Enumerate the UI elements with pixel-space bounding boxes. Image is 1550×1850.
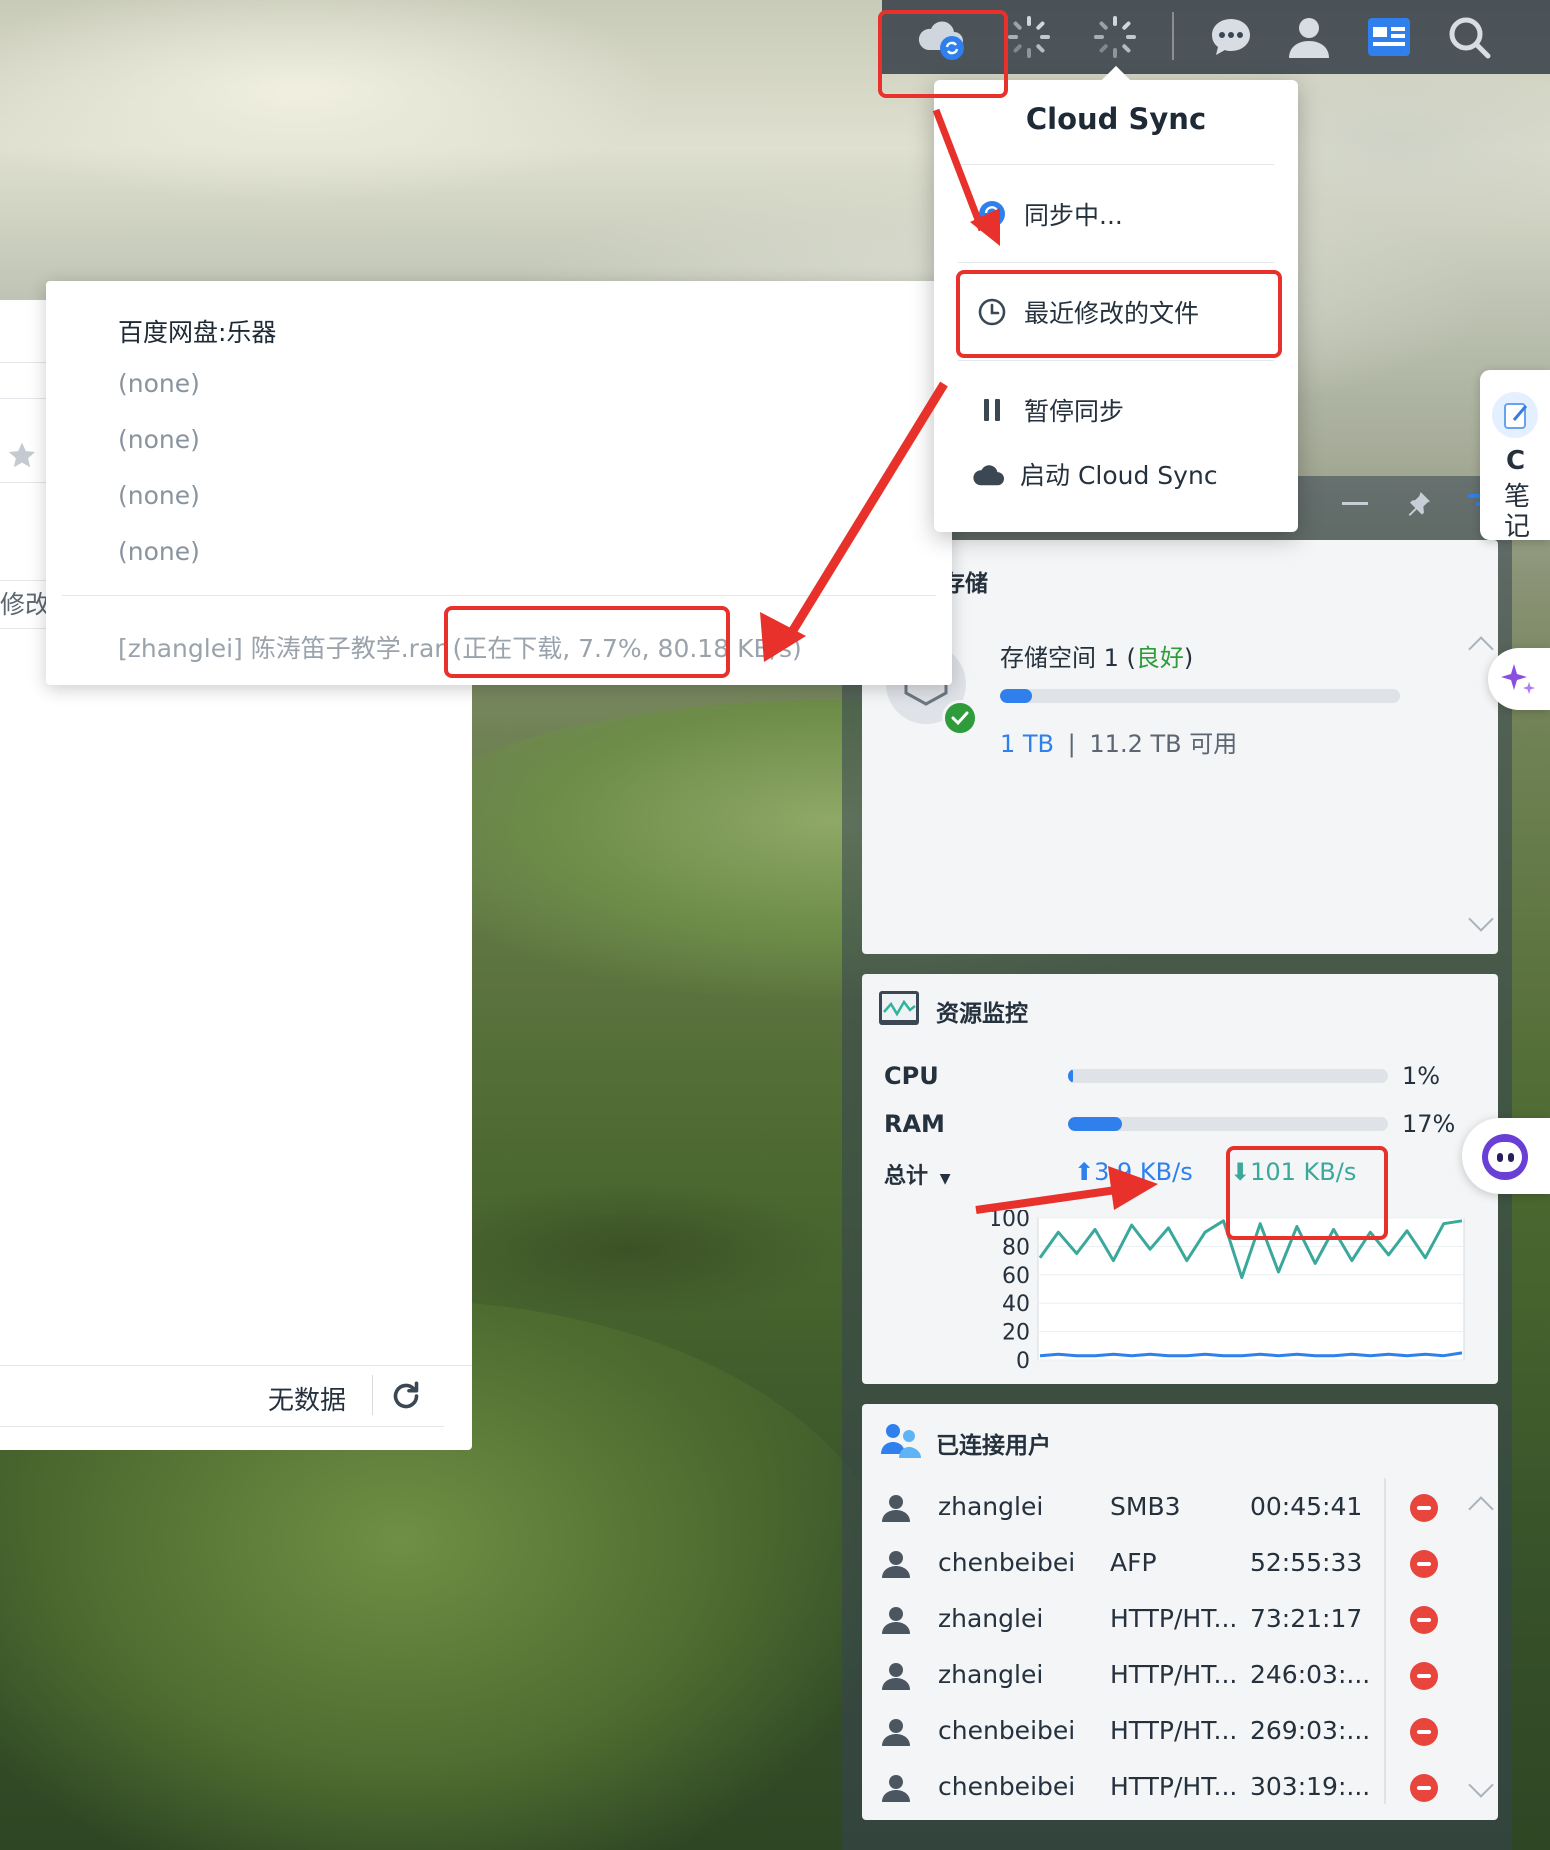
annotation-arrows <box>760 108 1158 1214</box>
annotation-arrow <box>932 108 986 232</box>
annotation-arrow <box>788 381 948 635</box>
annotation-arrow <box>975 1184 1131 1214</box>
annotation-arrow-head <box>1108 1166 1158 1210</box>
